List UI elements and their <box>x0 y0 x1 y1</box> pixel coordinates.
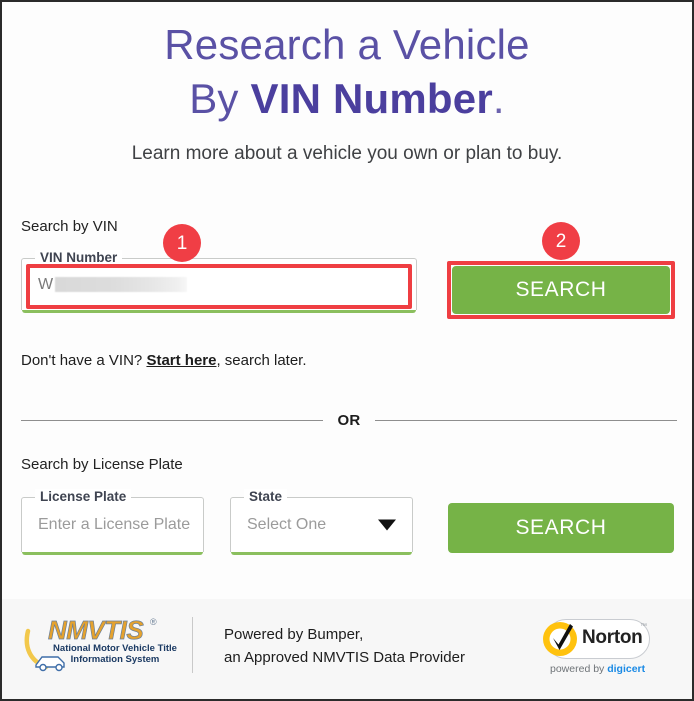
page-title-line2: By VIN Number. <box>2 72 692 126</box>
research-vehicle-panel: Research a Vehicle By VIN Number. Learn … <box>0 0 694 701</box>
norton-trademark: ™ <box>640 623 647 630</box>
page-title-line1: Research a Vehicle <box>164 21 530 68</box>
hero-header: Research a Vehicle By VIN Number. Learn … <box>2 2 692 166</box>
start-here-link[interactable]: Start here <box>146 352 216 369</box>
chevron-down-icon[interactable] <box>378 519 396 531</box>
nmvtis-subtitle: National Motor Vehicle Title Information… <box>50 643 180 665</box>
page-title-period: . <box>492 75 505 122</box>
annotation-badge-2: 2 <box>542 222 580 260</box>
state-select-value: Select One <box>247 516 327 533</box>
vin-input-redacted-block <box>55 276 188 292</box>
page-subtitle: Learn more about a vehicle you own or pl… <box>131 143 563 164</box>
nmvtis-subtitle-line2: Information System <box>70 654 160 665</box>
powered-by-line2: an Approved NMVTIS Data Provider <box>224 649 465 666</box>
nmvtis-wordmark: NMVTIS <box>48 615 144 646</box>
powered-by-text: Powered by Bumper, an Approved NMVTIS Da… <box>224 623 465 669</box>
norton-wordmark: Norton <box>582 627 643 648</box>
license-plate-input[interactable]: License Plate Enter a License Plate <box>21 489 204 555</box>
annotation-badge-1: 1 <box>163 224 201 262</box>
state-select[interactable]: State Select One <box>230 489 413 555</box>
footer: NMVTIS ® National Motor Vehicle Title In… <box>2 599 692 699</box>
vin-help-line: Don't have a VIN? Start here, search lat… <box>21 352 307 369</box>
nmvtis-registered-mark: ® <box>150 617 157 627</box>
vin-input-underline <box>22 310 416 313</box>
vin-input-text: W <box>38 275 54 293</box>
search-by-vin-label: Search by VIN <box>21 218 118 235</box>
footer-divider <box>192 617 193 673</box>
state-select-underline <box>231 552 412 555</box>
powered-by-line1: Powered by Bumper, <box>224 626 364 643</box>
norton-powered-by-digicert: powered by digicert <box>550 663 645 675</box>
norton-secured-badge: Norton ™ powered by digicert <box>540 617 650 681</box>
nmvtis-subtitle-line1: National Motor Vehicle Title <box>53 643 177 654</box>
license-plate-search-button[interactable]: SEARCH <box>448 503 674 553</box>
norton-check-icon <box>543 622 577 656</box>
vin-input[interactable]: VIN Number W <box>21 250 417 313</box>
vin-input-legend: VIN Number <box>35 250 123 265</box>
license-plate-underline <box>22 552 203 555</box>
or-divider-rule-right <box>374 420 678 421</box>
state-select-legend: State <box>244 489 288 504</box>
vin-help-suffix: , search later. <box>216 352 307 369</box>
vin-help-prefix: Don't have a VIN? <box>21 352 147 369</box>
vin-search-button[interactable]: SEARCH <box>452 266 670 314</box>
digicert-wordmark: digicert <box>607 663 646 675</box>
license-plate-placeholder: Enter a License Plate <box>38 516 191 533</box>
search-by-license-plate-label: Search by License Plate <box>21 456 183 473</box>
nmvtis-logo: NMVTIS ® National Motor Vehicle Title In… <box>20 615 180 677</box>
or-divider-text: OR <box>337 412 361 429</box>
norton-powered-prefix: powered by <box>550 663 608 675</box>
vin-input-value: W <box>38 275 188 294</box>
page-title-emphasis: VIN Number <box>250 75 493 122</box>
page-title-prefix: By <box>189 75 251 122</box>
license-plate-legend: License Plate <box>35 489 132 504</box>
or-divider-rule-left <box>21 420 324 421</box>
or-divider: OR <box>21 412 678 429</box>
